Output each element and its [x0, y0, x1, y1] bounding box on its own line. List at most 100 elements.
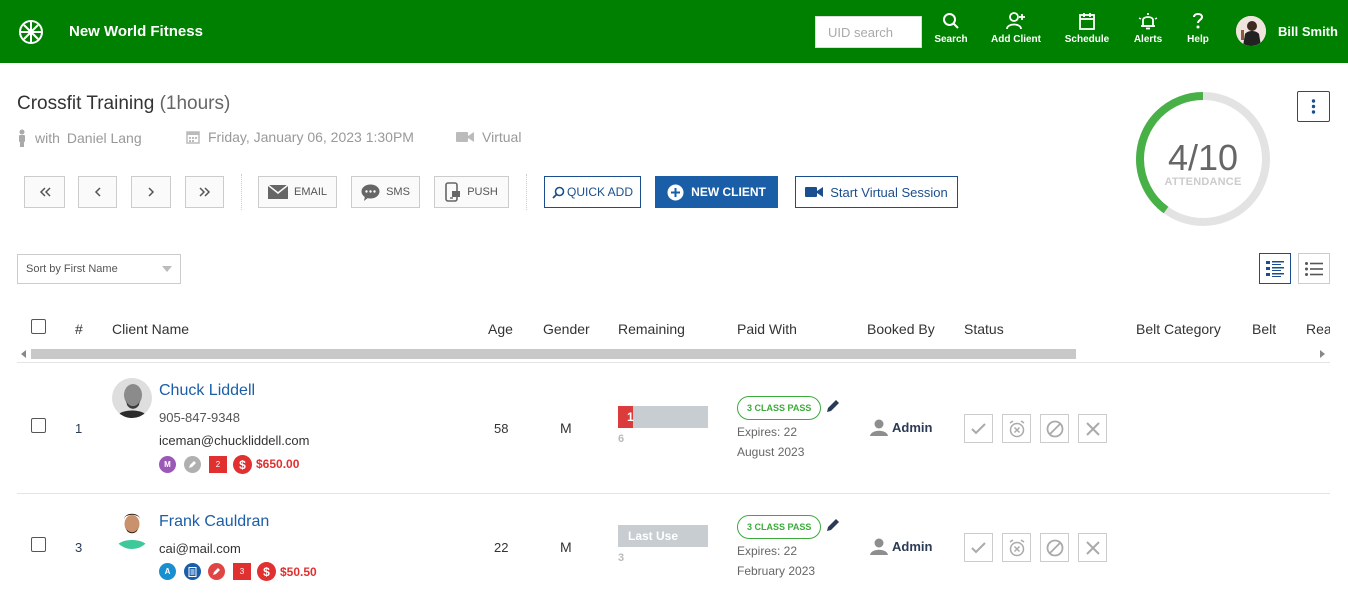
- remaining-total: 6: [618, 433, 625, 445]
- select-all-checkbox[interactable]: [31, 319, 46, 334]
- membership-badge[interactable]: M: [159, 456, 176, 473]
- remove-button[interactable]: [1078, 414, 1107, 443]
- scroll-right-arrow-icon[interactable]: [1320, 350, 1325, 358]
- top-navbar: New World Fitness Search Add Client Sche…: [0, 0, 1348, 63]
- next-button[interactable]: [131, 176, 171, 208]
- detailed-list-view-button[interactable]: [1259, 253, 1291, 284]
- previous-button[interactable]: [78, 176, 117, 208]
- count-badge[interactable]: 2: [209, 456, 227, 473]
- chevron-right-icon: [148, 187, 155, 197]
- user-name: Bill Smith: [1278, 24, 1338, 39]
- client-email: cai@mail.com: [159, 541, 241, 556]
- nav-schedule[interactable]: Schedule: [1064, 12, 1110, 52]
- column-header-belt[interactable]: Belt: [1252, 321, 1276, 337]
- pass-expiry-line1: Expires: 22: [737, 425, 798, 439]
- client-balance: $50.50: [280, 565, 317, 579]
- remove-button[interactable]: [1078, 533, 1107, 562]
- push-button-label: PUSH: [467, 186, 498, 198]
- user-icon: [870, 419, 888, 436]
- search-icon: [552, 186, 565, 199]
- divider: [17, 493, 1330, 494]
- first-page-button[interactable]: [24, 176, 65, 208]
- scroll-left-arrow-icon[interactable]: [21, 350, 26, 358]
- column-header-paid-with[interactable]: Paid With: [737, 321, 797, 337]
- video-camera-icon: [805, 187, 824, 197]
- client-phone: 905-847-9348: [159, 410, 240, 425]
- uid-search-input[interactable]: [815, 16, 922, 48]
- session-duration: (1hours): [159, 93, 231, 114]
- column-header-belt-category[interactable]: Belt Category: [1136, 321, 1221, 337]
- column-header-client-name[interactable]: Client Name: [112, 321, 189, 337]
- nav-alerts[interactable]: Alerts: [1132, 12, 1164, 52]
- client-email: iceman@chuckliddell.com: [159, 433, 310, 448]
- client-name-link[interactable]: Frank Cauldran: [159, 513, 269, 531]
- row-checkbox[interactable]: [31, 418, 46, 433]
- client-age: 22: [494, 540, 509, 555]
- remaining-total: 3: [618, 552, 625, 564]
- check-in-button[interactable]: [964, 414, 993, 443]
- help-icon: [1193, 13, 1204, 29]
- edit-pencil-icon[interactable]: [826, 518, 840, 532]
- nav-help-label: Help: [1187, 34, 1209, 45]
- column-header-number: #: [75, 321, 83, 337]
- instructor-prefix: with: [35, 130, 60, 146]
- brand-name[interactable]: New World Fitness: [69, 23, 203, 40]
- remaining-progress-bar: Last Use: [618, 525, 708, 547]
- client-name-link[interactable]: Chuck Liddell: [159, 382, 255, 400]
- session-datetime: Friday, January 06, 2023 1:30PM: [186, 129, 414, 145]
- double-chevron-left-icon: [39, 187, 51, 197]
- column-header-remaining[interactable]: Remaining: [618, 321, 685, 337]
- sms-button[interactable]: SMS: [351, 176, 420, 208]
- nav-help[interactable]: Help: [1184, 12, 1212, 52]
- pencil-icon[interactable]: [184, 456, 201, 473]
- double-chevron-right-icon: [198, 187, 210, 197]
- column-header-booked-by[interactable]: Booked By: [867, 321, 935, 337]
- brand-logo-icon[interactable]: [18, 19, 44, 45]
- dollar-icon[interactable]: $: [257, 562, 276, 581]
- nav-add-client[interactable]: Add Client: [990, 12, 1042, 52]
- column-header-age[interactable]: Age: [488, 321, 513, 337]
- booked-by-name: Admin: [892, 420, 933, 435]
- client-avatar[interactable]: [112, 509, 152, 549]
- no-show-button[interactable]: [1040, 533, 1069, 562]
- add-user-icon: [1006, 12, 1025, 30]
- no-show-button[interactable]: [1040, 414, 1069, 443]
- sms-button-label: SMS: [386, 186, 410, 198]
- check-in-button[interactable]: [964, 533, 993, 562]
- late-button[interactable]: [1002, 533, 1031, 562]
- horizontal-scrollbar[interactable]: [17, 347, 1330, 361]
- start-virtual-session-label: Start Virtual Session: [830, 184, 948, 200]
- email-button[interactable]: EMAIL: [258, 176, 337, 208]
- dollar-icon[interactable]: $: [233, 455, 252, 474]
- new-client-button[interactable]: NEW CLIENT: [655, 176, 778, 208]
- toolbar-divider: [241, 174, 242, 210]
- push-button[interactable]: PUSH: [434, 176, 509, 208]
- membership-badge[interactable]: A: [159, 563, 176, 580]
- start-virtual-session-button[interactable]: Start Virtual Session: [795, 176, 958, 208]
- pencil-icon[interactable]: [208, 563, 225, 580]
- column-header-rea[interactable]: Rea: [1306, 321, 1330, 337]
- column-header-gender[interactable]: Gender: [543, 321, 590, 337]
- compact-list-view-button[interactable]: [1298, 253, 1330, 284]
- row-checkbox[interactable]: [31, 537, 46, 552]
- sort-select[interactable]: Sort by First Name: [17, 254, 181, 284]
- video-camera-icon: [456, 132, 474, 142]
- document-icon[interactable]: [184, 563, 201, 580]
- person-icon: [19, 129, 25, 147]
- more-options-button[interactable]: [1297, 91, 1330, 122]
- count-badge[interactable]: 3: [233, 563, 251, 580]
- late-button[interactable]: [1002, 414, 1031, 443]
- column-header-status[interactable]: Status: [964, 321, 1004, 337]
- pass-expiry-line2: August 2023: [737, 445, 805, 459]
- quick-add-button[interactable]: QUICK ADD: [544, 176, 641, 208]
- pass-expiry: Expires: 22 February 2023: [737, 541, 815, 581]
- checkmark-icon: [971, 541, 986, 553]
- scrollbar-thumb[interactable]: [31, 349, 1076, 359]
- last-page-button[interactable]: [185, 176, 224, 208]
- edit-pencil-icon[interactable]: [826, 399, 840, 413]
- client-avatar[interactable]: [112, 378, 152, 418]
- attendance-ring: 4/10 ATTENDANCE: [1133, 89, 1273, 229]
- paid-with-pass-badge[interactable]: 3 CLASS PASS: [737, 396, 822, 420]
- paid-with-pass-badge[interactable]: 3 CLASS PASS: [737, 515, 822, 539]
- nav-search[interactable]: Search: [934, 12, 968, 52]
